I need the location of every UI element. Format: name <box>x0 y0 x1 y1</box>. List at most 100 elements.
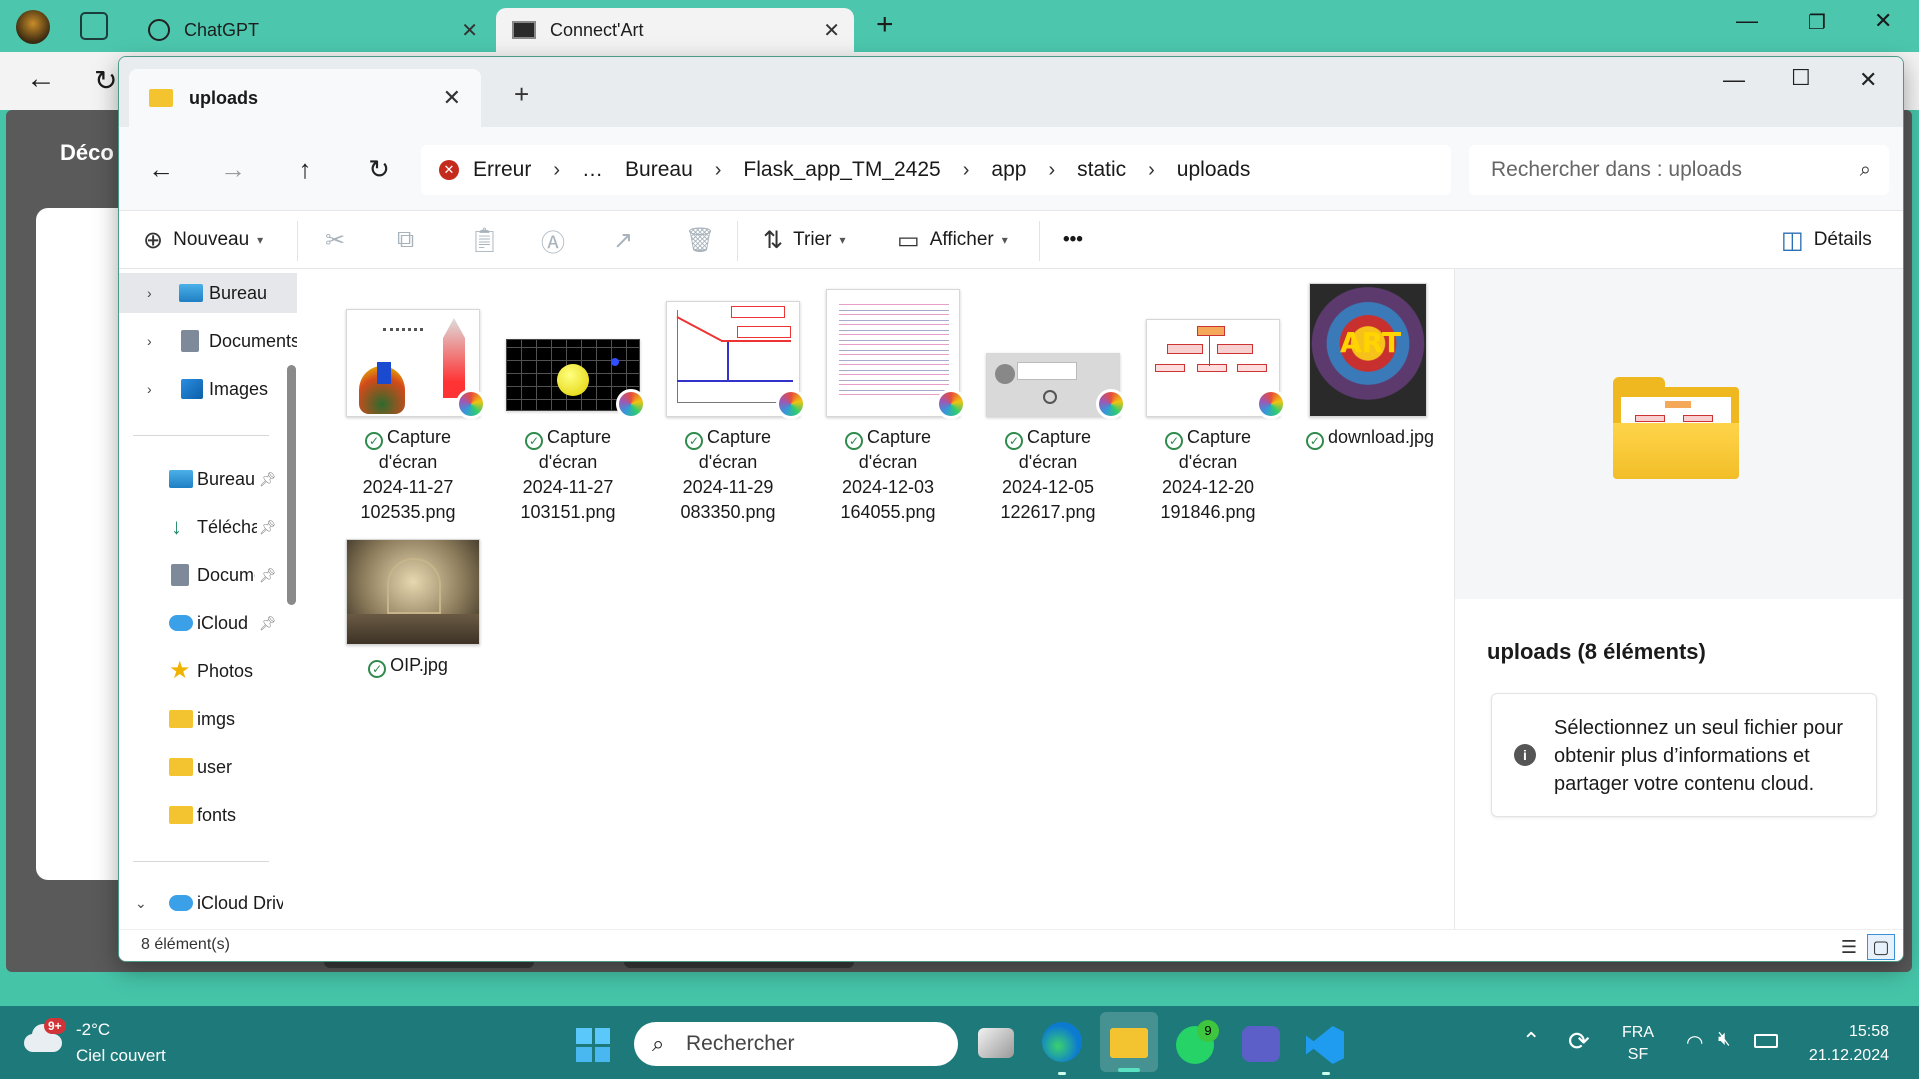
navigation-pane: › Bureau › Documents › Images Bureau 📌︎ … <box>119 269 299 929</box>
reload-icon[interactable]: ↻ <box>94 64 117 97</box>
back-icon[interactable]: ← <box>26 62 56 96</box>
paste-button[interactable]: 📋︎ <box>469 223 509 257</box>
chevron-right-icon[interactable]: › <box>1048 159 1055 182</box>
sidebar-item-imgs[interactable]: imgs <box>119 699 297 739</box>
sidebar-item-icloud[interactable]: iCloud 📌︎ <box>119 603 297 643</box>
sidebar-item-user[interactable]: user <box>119 747 297 787</box>
sidebar-item-images[interactable]: › Images <box>119 369 297 409</box>
sidebar-item-fonts[interactable]: fonts <box>119 795 297 835</box>
file-item[interactable]: ✓ Capture d'écran 2024-11-29 083350.png <box>653 269 806 522</box>
close-icon[interactable]: ✕ <box>461 18 478 43</box>
file-grid: ✓ Capture d'écran 2024-11-27 102535.png ✓ Cap… <box>305 269 1449 929</box>
add-tab-icon[interactable]: + <box>514 79 529 110</box>
running-indicator <box>1058 1072 1066 1075</box>
breadcrumb-overflow[interactable]: … <box>582 158 603 182</box>
weather-condition[interactable]: Ciel couvert <box>76 1046 166 1066</box>
copy-button[interactable]: ⧉ <box>397 223 424 257</box>
chevron-down-icon[interactable]: ⌄ <box>135 895 147 912</box>
sidebar-scrollbar[interactable] <box>287 365 296 605</box>
restore-icon[interactable]: ❐ <box>1808 10 1826 35</box>
wifi-icon[interactable]: ◠ <box>1686 1030 1703 1055</box>
sidebar-item-documents-pinned[interactable]: Documents 📌︎ <box>119 555 297 595</box>
workspaces-icon[interactable] <box>80 12 108 40</box>
file-item[interactable]: ✓ OIP.jpg <box>333 539 483 689</box>
divider <box>133 861 269 862</box>
sidebar-item-icloud-drive[interactable]: ⌄ iCloud Drive <box>119 883 297 923</box>
close-icon[interactable]: ✕ <box>823 18 840 43</box>
chevron-right-icon[interactable]: › <box>147 285 152 301</box>
details-button[interactable]: ◫ Détails <box>1781 223 1872 257</box>
more-options-button[interactable]: ••• <box>1063 223 1083 257</box>
desktop-icon <box>169 470 193 488</box>
file-item[interactable]: ✓ Capture d'écran 2024-12-05 122617.png <box>973 269 1126 522</box>
maximize-icon[interactable]: ☐ <box>1791 65 1811 91</box>
chevron-right-icon[interactable]: › <box>1148 159 1155 182</box>
search-input[interactable]: Rechercher dans : uploads ⌕ <box>1469 145 1889 195</box>
chevron-right-icon[interactable]: › <box>715 159 722 182</box>
folder-icon <box>169 710 193 728</box>
teams-icon[interactable] <box>1242 1026 1280 1062</box>
star-icon: ★ <box>169 657 191 684</box>
file-item[interactable]: ✓ Capture d'écran 2024-11-27 103151.png <box>493 269 646 522</box>
grid-view-button[interactable]: ▢ <box>1867 934 1895 960</box>
chevron-right-icon[interactable]: › <box>553 159 560 182</box>
sidebar-item-bureau[interactable]: › Bureau <box>119 273 297 313</box>
sort-button[interactable]: ⇅ Trier ▾ <box>763 223 845 257</box>
delete-button[interactable]: 🗑︎ <box>685 223 725 257</box>
share-icon: ↗ <box>613 226 634 254</box>
breadcrumb-item[interactable]: Bureau <box>625 158 693 182</box>
synced-check-icon: ✓ <box>524 432 543 450</box>
breadcrumb-item[interactable]: uploads <box>1177 158 1251 182</box>
search-icon[interactable]: ⌕ <box>1860 159 1871 182</box>
browser-tab-connectart[interactable]: Connect'Art ✕ <box>496 8 854 52</box>
close-window-icon[interactable]: ✕ <box>1859 67 1877 93</box>
volume-muted-icon[interactable]: 🔇︎ <box>1718 1028 1731 1051</box>
chevron-right-icon[interactable]: › <box>147 381 152 397</box>
breadcrumb-item[interactable]: Erreur <box>473 158 531 182</box>
cut-button[interactable]: ✂ <box>325 223 355 257</box>
minimize-icon[interactable]: — <box>1723 67 1745 93</box>
file-item[interactable]: ✓ Capture d'écran 2024-11-27 102535.png <box>333 269 486 522</box>
chevron-up-icon[interactable]: ⌃ <box>1522 1028 1540 1054</box>
file-explorer-taskbar-icon[interactable] <box>1110 1028 1148 1058</box>
forward-icon[interactable]: → <box>213 149 253 189</box>
refresh-icon[interactable]: ↻ <box>359 149 399 189</box>
minimize-icon[interactable]: — <box>1736 8 1758 34</box>
file-item[interactable]: ✓ Capture d'écran 2024-12-03 164055.png <box>813 269 966 522</box>
rename-button[interactable]: Ⓐ <box>541 223 575 257</box>
start-icon[interactable] <box>576 1028 610 1062</box>
profile-avatar[interactable] <box>16 10 50 44</box>
sidebar-item-bureau-pinned[interactable]: Bureau 📌︎ <box>119 459 297 499</box>
close-icon[interactable]: ✕ <box>443 85 461 111</box>
tab-uploads[interactable]: uploads ✕ <box>129 69 481 127</box>
battery-icon[interactable] <box>1754 1034 1778 1048</box>
file-item[interactable]: ✓ Capture d'écran 2024-12-20 191846.png <box>1133 269 1286 522</box>
sidebar-item-downloads[interactable]: ↓ Téléchargements 📌︎ <box>119 507 297 547</box>
sidebar-item-photos[interactable]: ★ Photos <box>119 651 297 691</box>
sidebar-item-documents[interactable]: › Documents <box>119 321 297 361</box>
chevron-right-icon[interactable]: › <box>147 333 152 349</box>
task-view-icon[interactable] <box>978 1028 1014 1058</box>
taskbar-search-input[interactable]: ⌕ Rechercher <box>634 1022 958 1066</box>
view-button[interactable]: ▭ Afficher ▾ <box>897 223 1008 257</box>
browser-tab-chatgpt[interactable]: ChatGPT ✕ <box>132 8 492 52</box>
breadcrumb-item[interactable]: Flask_app_TM_2425 <box>743 158 940 182</box>
new-button[interactable]: ⊕ Nouveau ▾ <box>143 223 263 257</box>
edge-icon[interactable] <box>1042 1022 1082 1062</box>
list-view-button[interactable]: ☰ <box>1835 934 1863 960</box>
new-tab-icon[interactable]: + <box>876 8 894 42</box>
clock[interactable]: 15:58 21.12.2024 <box>1809 1020 1889 1068</box>
breadcrumb-item[interactable]: app <box>991 158 1026 182</box>
up-icon[interactable]: ↑ <box>285 149 325 189</box>
breadcrumb[interactable]: ✕ Erreur › … Bureau › Flask_app_TM_2425 … <box>421 145 1451 195</box>
breadcrumb-item[interactable]: static <box>1077 158 1126 182</box>
file-item[interactable]: ART ✓ download.jpg <box>1289 269 1439 450</box>
close-window-icon[interactable]: ✕ <box>1874 8 1892 34</box>
chevron-right-icon[interactable]: › <box>963 159 970 182</box>
sync-icon[interactable]: ⟳ <box>1568 1026 1590 1057</box>
share-button[interactable]: ↗ <box>613 223 643 257</box>
back-icon[interactable]: ← <box>141 149 181 189</box>
language-indicator[interactable]: FRA SF <box>1622 1022 1654 1066</box>
synced-check-icon: ✓ <box>368 660 387 678</box>
weather-temperature[interactable]: -2°C <box>76 1020 110 1040</box>
